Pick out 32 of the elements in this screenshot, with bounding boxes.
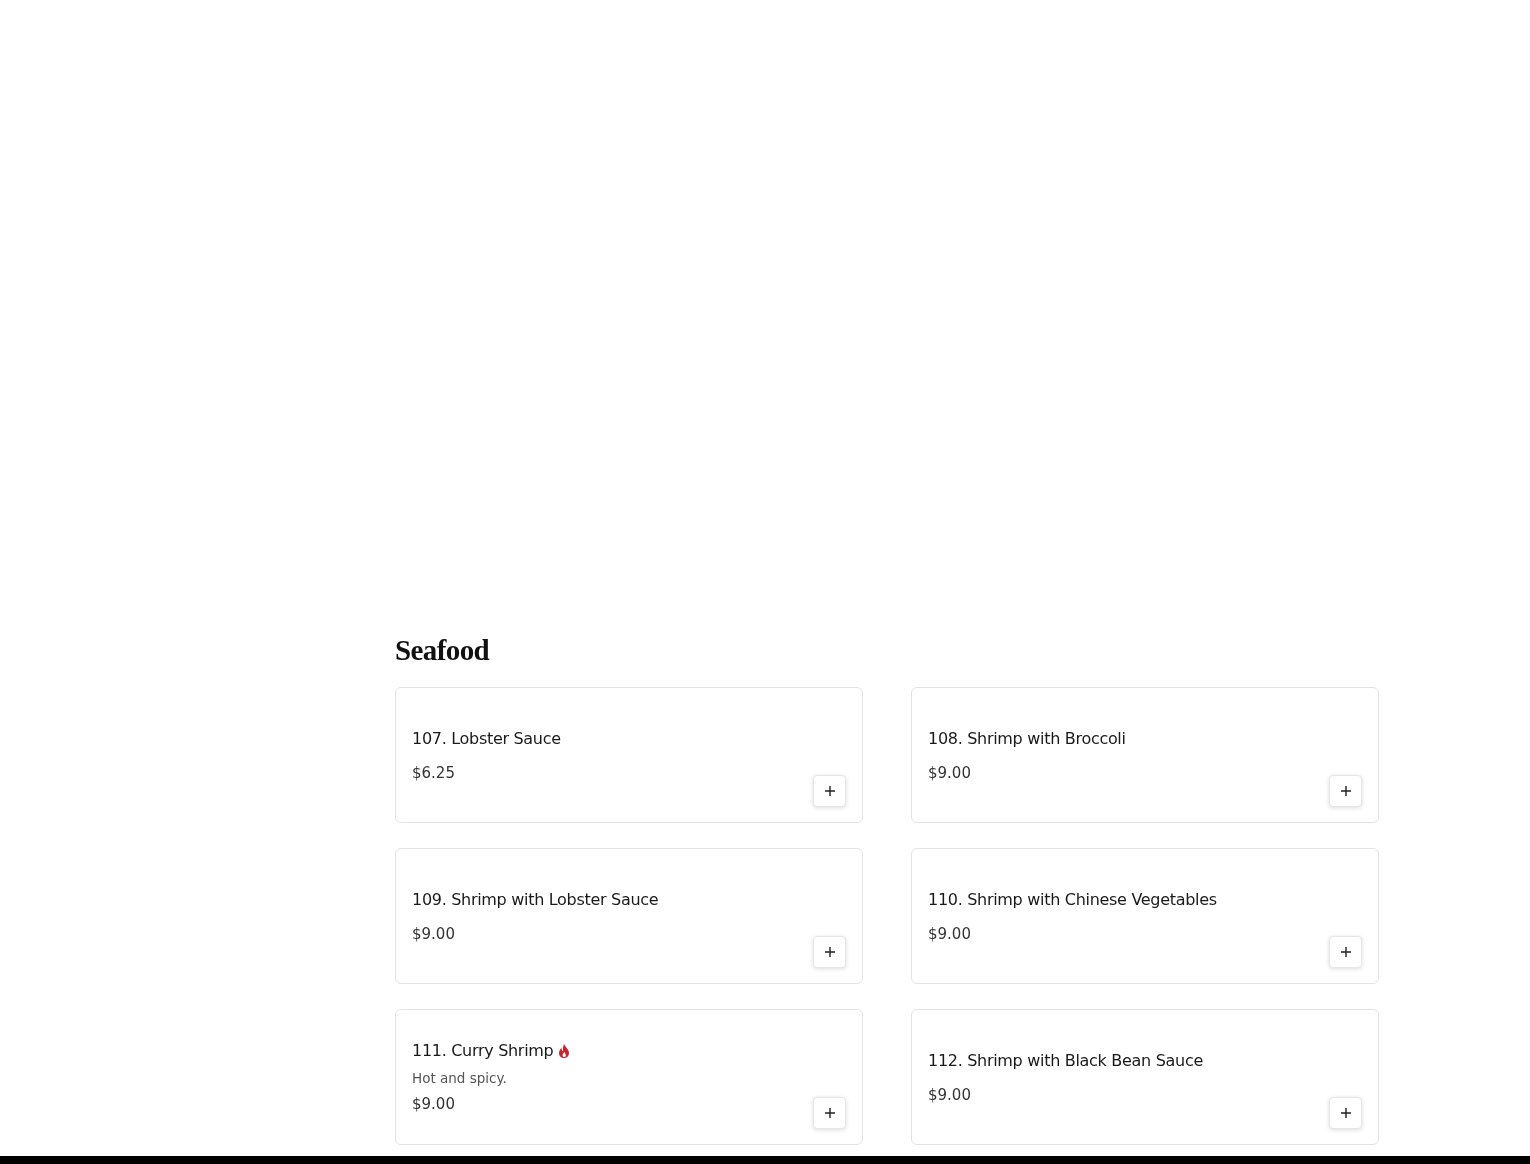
add-button[interactable] <box>1329 775 1362 807</box>
item-price: $9.00 <box>928 923 971 945</box>
add-button[interactable] <box>813 936 846 968</box>
plus-icon <box>824 1108 835 1118</box>
menu-item-card[interactable]: 112. Shrimp with Black Bean Sauce $9.00 <box>911 1009 1379 1145</box>
menu-item-card[interactable]: 107. Lobster Sauce $6.25 <box>395 687 863 823</box>
item-price: $9.00 <box>412 1094 455 1115</box>
add-button[interactable] <box>1329 1097 1362 1129</box>
item-name: 112. Shrimp with Black Bean Sauce <box>928 1049 1203 1072</box>
item-name: 111. Curry Shrimp <box>412 1040 554 1062</box>
add-button[interactable] <box>1329 936 1362 968</box>
item-price: $9.00 <box>928 762 971 784</box>
plus-icon <box>824 786 835 796</box>
menu-item-card[interactable]: 108. Shrimp with Broccoli $9.00 <box>911 687 1379 823</box>
add-button[interactable] <box>813 775 846 807</box>
add-button[interactable] <box>813 1097 846 1129</box>
item-description: Hot and spicy. <box>412 1069 507 1088</box>
item-name: 108. Shrimp with Broccoli <box>928 727 1126 750</box>
item-price: $9.00 <box>412 923 455 945</box>
item-price: $9.00 <box>928 1084 971 1106</box>
item-name: 110. Shrimp with Chinese Vegetables <box>928 888 1217 911</box>
plus-icon <box>1340 1108 1351 1118</box>
item-price: $6.25 <box>412 762 455 784</box>
plus-icon <box>1340 947 1351 957</box>
plus-icon <box>1340 786 1351 796</box>
menu-item-card[interactable]: 109. Shrimp with Lobster Sauce $9.00 <box>395 848 863 984</box>
menu-item-card[interactable]: 110. Shrimp with Chinese Vegetables $9.00 <box>911 848 1379 984</box>
menu-item-card[interactable]: 111. Curry Shrimp Hot and spicy. $9.00 <box>395 1009 863 1145</box>
item-name: 109. Shrimp with Lobster Sauce <box>412 888 659 911</box>
item-name: 107. Lobster Sauce <box>412 727 561 750</box>
plus-icon <box>824 947 835 957</box>
section-heading: Seafood <box>395 633 490 668</box>
